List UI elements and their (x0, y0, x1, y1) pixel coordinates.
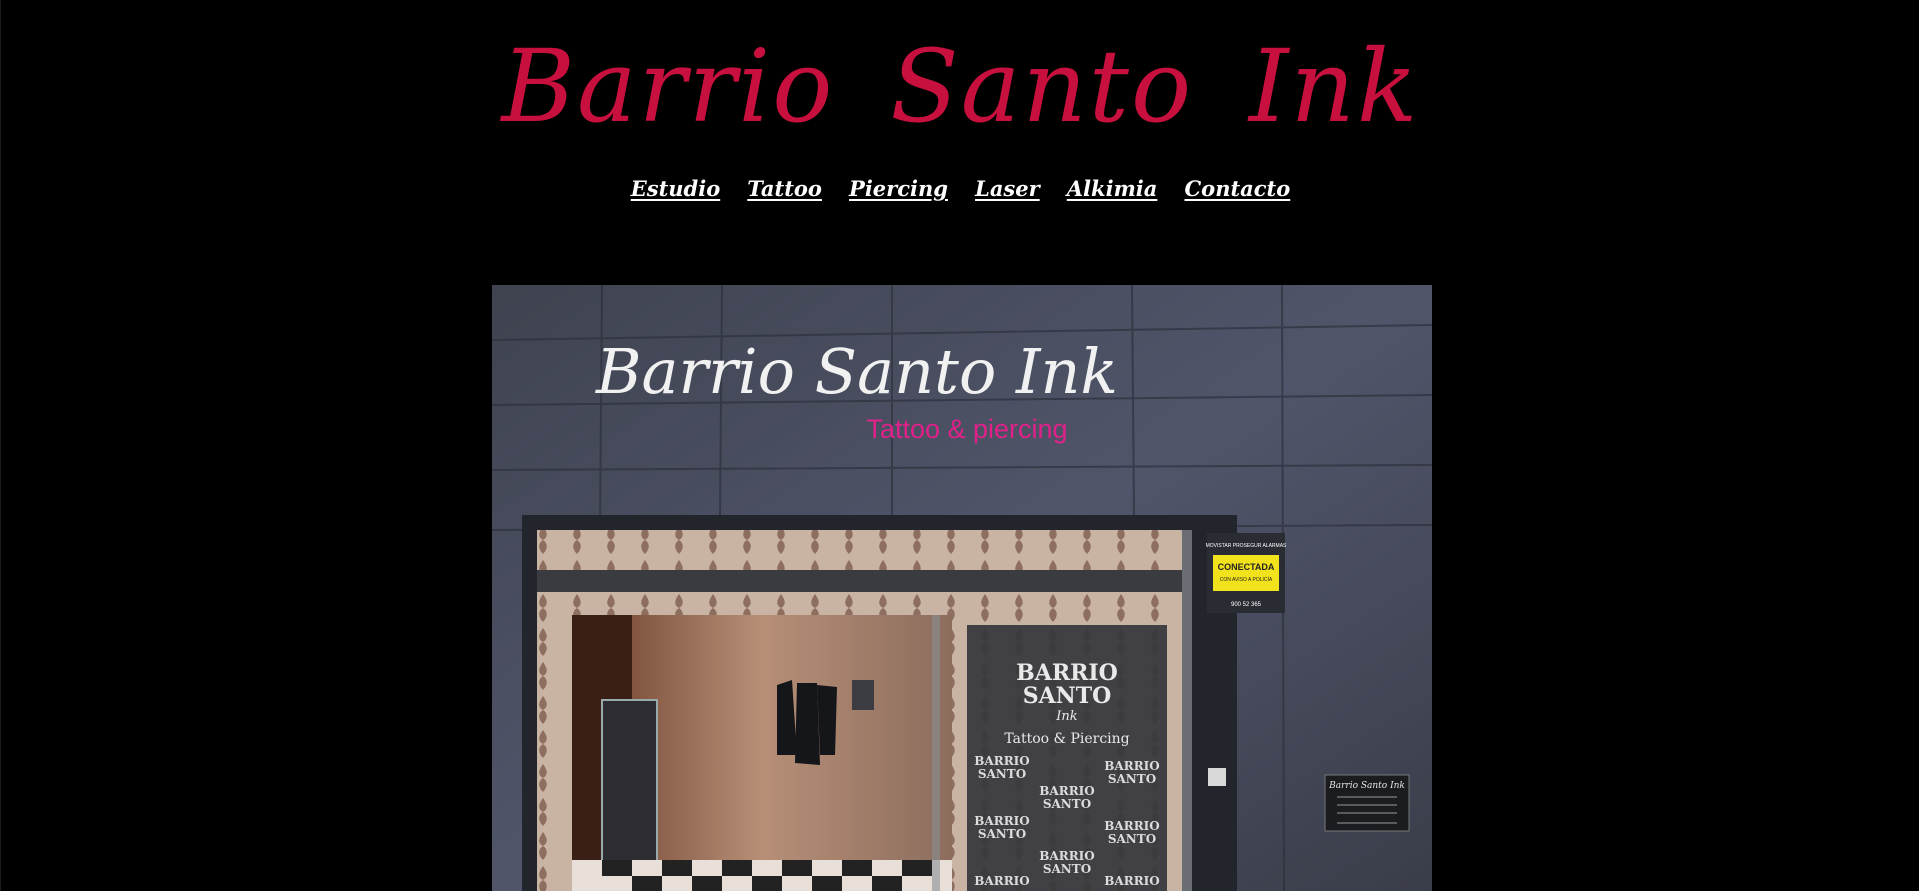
sign-subtitle: Tattoo & piercing (866, 414, 1067, 444)
door-edge (932, 615, 940, 891)
storefront-photo: Barrio Santo Ink Tattoo & piercing BARRI… (492, 285, 1432, 891)
alarm-phone: 900 52 365 (1231, 602, 1262, 608)
hanging-jackets (777, 680, 837, 765)
door-logo-line2: SANTO (1023, 683, 1112, 709)
door-logo-small: BARRIO (1039, 784, 1094, 798)
nav-item-laser[interactable]: Laser (975, 176, 1040, 201)
door-logo-small: BARRIO (974, 814, 1029, 828)
nav-item-piercing[interactable]: Piercing (849, 176, 948, 201)
wall-frame (852, 680, 874, 710)
alarm-status: CONECTADA (1218, 562, 1275, 572)
site-title: Barrio Santo Ink (501, 28, 1420, 145)
checkered-floor (572, 860, 952, 891)
door-logo-small: BARRIO (1104, 874, 1159, 888)
alarm-brand: MOVISTAR PROSEGUR ALARMAS (1206, 543, 1287, 549)
door-logo-small: SANTO (1108, 772, 1156, 786)
nav-item-contacto[interactable]: Contacto (1184, 176, 1290, 201)
door-logo-small: SANTO (978, 827, 1026, 841)
door-logo-small: SANTO (1043, 797, 1091, 811)
ceiling-beam (537, 570, 1182, 592)
door-logo-small: BARRIO (974, 874, 1029, 888)
light-switch (1208, 768, 1226, 786)
main-nav: Estudio Tattoo Piercing Laser Alkimia Co… (1, 176, 1919, 201)
alarm-subtext: CON AVISO A POLICÍA (1220, 576, 1273, 583)
nav-item-tattoo[interactable]: Tattoo (747, 176, 822, 201)
alarm-status-box (1213, 555, 1279, 591)
nav-item-estudio[interactable]: Estudio (631, 176, 720, 201)
door-logo-small: BARRIO (1104, 759, 1159, 773)
door-logo-tagline: Tattoo & Piercing (1004, 731, 1129, 747)
sign-title: Barrio Santo Ink (595, 335, 1118, 408)
door-logo-small: SANTO (1108, 832, 1156, 846)
door-logo-line3: Ink (1055, 709, 1078, 724)
nav-item-alkimia[interactable]: Alkimia (1067, 176, 1158, 201)
door-logo-small: SANTO (1043, 862, 1091, 876)
storefront-illustration: Barrio Santo Ink Tattoo & piercing BARRI… (492, 285, 1432, 891)
door-frame-right (1182, 530, 1192, 891)
door-logo-small: SANTO (978, 767, 1026, 781)
hours-sign-title: Barrio Santo Ink (1328, 781, 1405, 791)
door-logo-small: BARRIO (974, 754, 1029, 768)
door-logo-small: BARRIO (1039, 849, 1094, 863)
page: Barrio Santo Ink Estudio Tattoo Piercing… (0, 0, 1919, 891)
door-logo-small: BARRIO (1104, 819, 1159, 833)
